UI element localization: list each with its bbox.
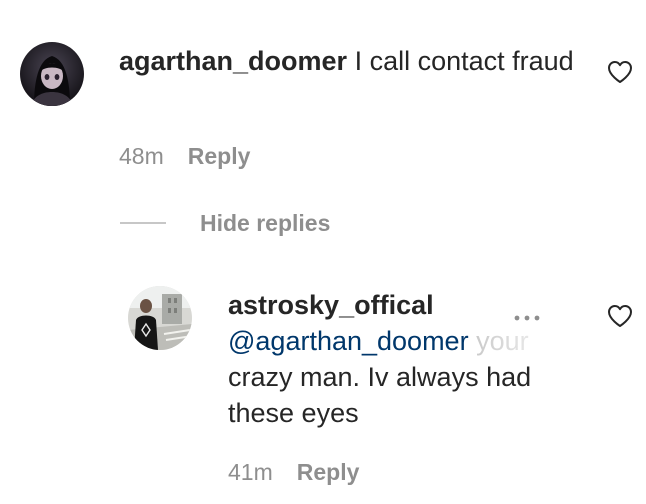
reply-username[interactable]: astrosky_offical <box>228 290 434 320</box>
reply-more-options-icon[interactable] <box>512 306 542 324</box>
reply-reply-button[interactable]: Reply <box>297 459 360 485</box>
reply-text: crazy man. Iv always had these eyes <box>228 362 532 428</box>
comment-meta: 48m Reply <box>119 142 250 170</box>
comment-body: agarthan_doomer I call contact fraud <box>119 43 589 79</box>
dark-anime-avatar-icon <box>20 42 84 106</box>
hide-replies-line <box>120 222 166 224</box>
street-photo-avatar-icon <box>128 286 192 350</box>
reply-meta: 41m Reply <box>228 458 359 486</box>
comment-username[interactable]: agarthan_doomer <box>119 46 347 76</box>
reply-like-heart-icon[interactable] <box>607 304 633 328</box>
reply-timestamp: 41m <box>228 459 273 485</box>
reply-avatar[interactable] <box>128 286 192 350</box>
comment-reply-button[interactable]: Reply <box>188 143 251 169</box>
comment-text: I call contact fraud <box>347 46 574 76</box>
comment-timestamp: 48m <box>119 143 164 169</box>
comment-avatar[interactable] <box>20 42 84 106</box>
reply-mention-link[interactable]: @agarthan_doomer <box>228 326 469 356</box>
comment-like-heart-icon[interactable] <box>607 60 633 84</box>
hide-replies-label: Hide replies <box>200 209 331 236</box>
hide-replies-toggle[interactable]: Hide replies <box>120 208 330 238</box>
reply-text-faded: your <box>468 326 529 356</box>
